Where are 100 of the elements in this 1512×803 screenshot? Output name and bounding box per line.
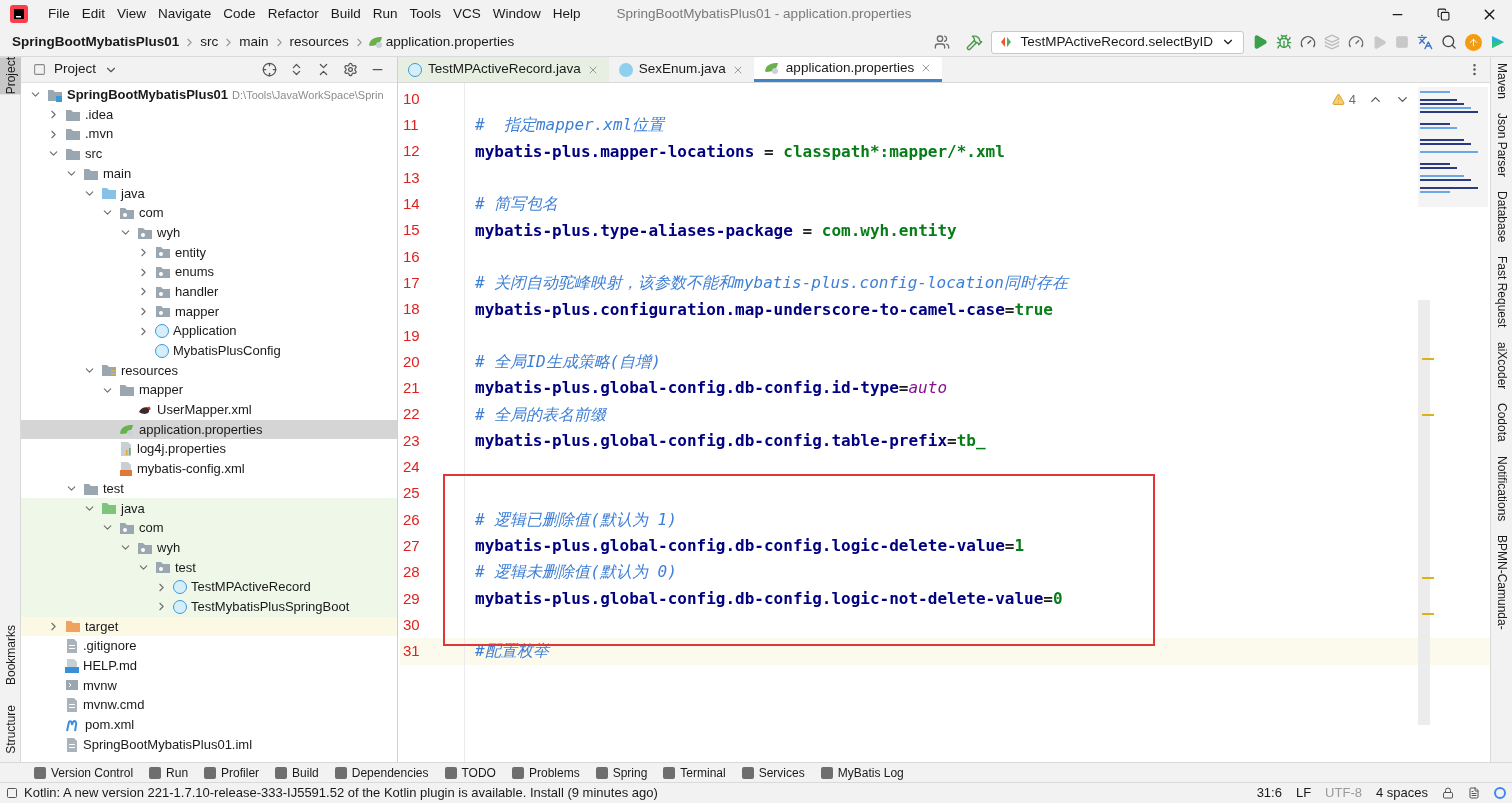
tree-item[interactable]: mybatis-config.xml — [21, 459, 397, 479]
tree-item[interactable]: SpringBootMybatisPlus01 D:\Tools\JavaWorkSpace\Sprin — [21, 85, 397, 105]
tool-window-tab[interactable]: Project — [0, 57, 21, 95]
breadcrumb[interactable]: resources — [287, 31, 351, 53]
tree-item[interactable]: .gitignore — [21, 636, 397, 656]
tool-window-tab[interactable]: Database — [1492, 191, 1511, 243]
breadcrumb[interactable]: src — [198, 31, 221, 53]
breadcrumb[interactable]: main — [237, 31, 271, 53]
tree-item[interactable]: test — [21, 478, 397, 499]
settings-icon[interactable] — [343, 62, 358, 77]
menu-item[interactable]: Edit — [75, 3, 112, 25]
tree-item[interactable]: pom.xml — [21, 715, 397, 735]
debug-icon[interactable] — [1276, 34, 1292, 50]
tool-window-button[interactable]: Dependencies — [334, 763, 429, 782]
editor-tab[interactable]: TestMPActiveRecord.java — [398, 57, 609, 82]
tree-item[interactable]: mvnw — [21, 675, 397, 696]
tree-item[interactable]: TestMPActiveRecord — [21, 577, 397, 597]
tree-item[interactable]: TestMybatisPlusSpringBoot — [21, 596, 397, 617]
user-icon[interactable] — [934, 34, 951, 50]
menu-item[interactable]: View — [111, 3, 153, 25]
tree-item[interactable]: target — [21, 616, 397, 637]
restore-icon[interactable] — [1436, 7, 1450, 21]
tree-item[interactable]: wyh — [21, 222, 397, 243]
menu-item[interactable]: VCS — [447, 3, 487, 25]
line-separator[interactable]: LF — [1295, 783, 1312, 803]
tree-item[interactable]: .mvn — [21, 124, 397, 145]
tree-item[interactable]: java — [21, 498, 397, 519]
tool-window-button[interactable]: Version Control — [34, 763, 134, 782]
tool-window-button[interactable]: Spring — [595, 763, 648, 782]
breadcrumb[interactable]: application.properties — [383, 31, 517, 53]
tree-item[interactable]: log4j.properties — [21, 439, 397, 460]
run-icon[interactable] — [1252, 34, 1268, 50]
build-icon[interactable] — [966, 33, 984, 51]
menu-item[interactable]: File — [42, 3, 76, 25]
locate-icon[interactable] — [262, 62, 277, 77]
menu-item[interactable]: Window — [486, 3, 547, 25]
tree-item[interactable]: application.properties — [21, 419, 397, 440]
caret-position[interactable]: 31:6 — [1256, 783, 1282, 803]
document-icon[interactable] — [1468, 787, 1480, 799]
menu-item[interactable]: Run — [366, 3, 404, 25]
tool-window-button[interactable]: Build — [275, 763, 319, 782]
tool-window-tab[interactable]: Fast Request — [1492, 256, 1511, 328]
tool-window-tab[interactable]: Notifications — [1492, 455, 1511, 522]
tree-label: SpringBootMybatisPlus01 — [67, 86, 229, 105]
tree-item[interactable]: SpringBootMybatisPlus01.iml — [21, 734, 397, 755]
tool-window-tab[interactable]: Json Parser — [1492, 113, 1511, 178]
menu-item[interactable]: Code — [217, 3, 262, 25]
menu-item[interactable]: Tools — [403, 3, 447, 25]
tool-window-button[interactable]: Terminal — [663, 763, 726, 782]
tool-window-tab[interactable]: Bookmarks — [0, 625, 21, 686]
tool-window-button[interactable]: Problems — [511, 763, 580, 782]
tree-item[interactable]: src — [21, 144, 397, 164]
menu-item[interactable]: Refactor — [261, 3, 325, 25]
tool-window-button[interactable]: Run — [149, 763, 189, 782]
tool-window-tab[interactable]: aiXcoder — [1492, 341, 1511, 390]
tree-item[interactable]: test — [21, 557, 397, 578]
panel-title[interactable]: Project — [54, 59, 97, 80]
menu-item[interactable]: Help — [546, 3, 587, 25]
tree-item[interactable]: main — [21, 163, 397, 184]
tree-item[interactable]: HELP.md — [21, 655, 397, 676]
tree-item[interactable]: mapper — [21, 301, 397, 322]
tree-item[interactable]: com — [21, 203, 397, 223]
tool-window-tab[interactable]: Structure — [0, 705, 21, 754]
tree-item[interactable]: handler — [21, 281, 397, 302]
tree-item[interactable]: mapper — [21, 380, 397, 400]
tree-item[interactable]: wyh — [21, 537, 397, 558]
menu-item[interactable]: Build — [324, 3, 367, 25]
tree-item[interactable]: java — [21, 183, 397, 204]
warning-count[interactable]: 4 — [1348, 90, 1356, 110]
translate-icon[interactable] — [1417, 34, 1433, 50]
editor-tab[interactable]: application.properties — [753, 57, 943, 82]
tree-item[interactable]: resources — [21, 360, 397, 381]
search-icon[interactable] — [1441, 34, 1457, 50]
lock-icon[interactable] — [1442, 787, 1454, 799]
status-message[interactable]: Kotlin: A new version 221-1.7.10-release-333-IJ5591.52 of the Kotlin plugin is available. Install (9 minutes ago) — [24, 783, 658, 803]
tool-window-button[interactable]: Profiler — [204, 763, 260, 782]
run-configuration-dropdown[interactable]: TestMPActiveRecord.selectByID — [991, 30, 1244, 54]
breadcrumb[interactable]: SpringBootMybatisPlus01 — [10, 31, 182, 53]
tool-window-button[interactable]: MyBatis Log — [820, 763, 904, 782]
indent-setting[interactable]: 4 spaces — [1375, 783, 1428, 803]
tree-item[interactable]: .idea — [21, 104, 397, 125]
tree-label: com — [139, 519, 164, 538]
tree-item[interactable]: com — [21, 518, 397, 538]
tool-window-tab[interactable]: Codota — [1492, 403, 1511, 442]
tool-window-tab[interactable]: BPMN-Camunda- — [1492, 535, 1511, 630]
tool-window-button[interactable]: Services — [741, 763, 805, 782]
status-icon[interactable] — [6, 787, 18, 799]
editor-tab[interactable]: SexEnum.java — [608, 57, 754, 82]
tree-item[interactable]: UserMapper.xml — [21, 400, 397, 420]
tree-item[interactable]: mvnw.cmd — [21, 695, 397, 715]
tree-item[interactable]: enums — [21, 262, 397, 282]
update-icon[interactable] — [1465, 33, 1482, 51]
scrollbar-track[interactable] — [1418, 300, 1430, 725]
tree-item[interactable]: Application — [21, 321, 397, 341]
tool-window-button[interactable]: TODO — [444, 763, 496, 782]
tool-window-tab[interactable]: Maven — [1492, 63, 1511, 100]
menu-item[interactable]: Navigate — [152, 3, 218, 25]
tree-item[interactable]: entity — [21, 242, 397, 263]
tree-item[interactable]: MybatisPlusConfig — [21, 340, 397, 361]
plugin-logo-icon[interactable] — [1490, 34, 1506, 50]
